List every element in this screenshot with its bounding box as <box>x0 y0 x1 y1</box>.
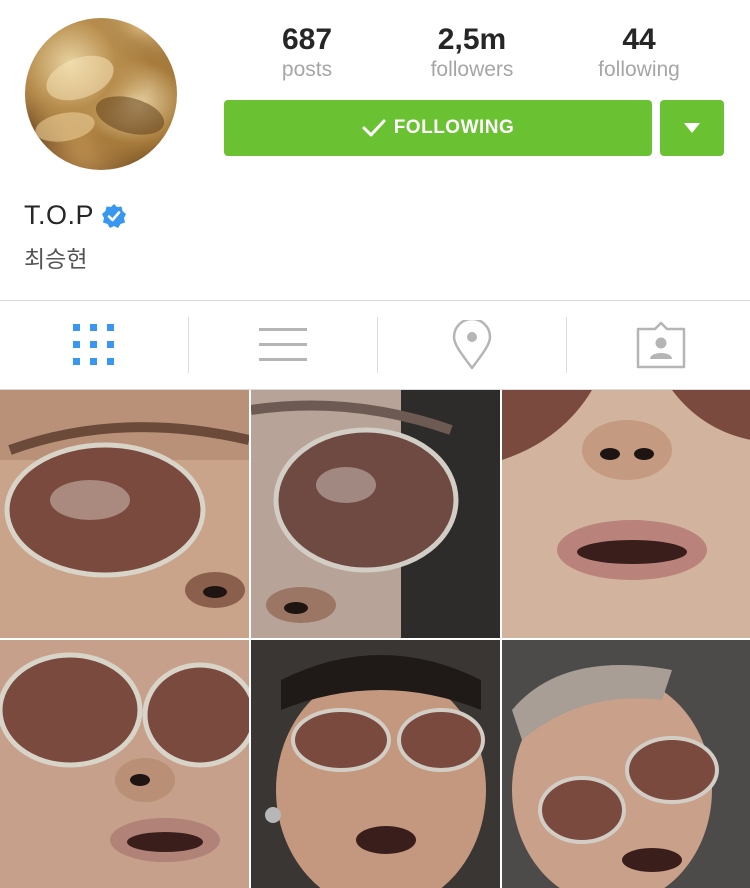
followers-label: followers <box>430 58 514 81</box>
grid-view-icon <box>72 324 114 365</box>
photo-grid <box>0 390 750 888</box>
posts-label: posts <box>281 58 333 81</box>
followers-count: 2,5m <box>437 23 507 56</box>
profile-avatar[interactable] <box>25 18 177 170</box>
photo-thumbnail[interactable] <box>0 390 249 638</box>
profile-stats: 687 posts 2,5m followers 44 following <box>222 22 722 92</box>
tab-list-view[interactable] <box>189 301 376 389</box>
following-label: following <box>598 58 680 81</box>
full-name: 최승현 <box>24 246 88 272</box>
photo-image <box>0 390 249 638</box>
following-count: 44 <box>622 23 656 56</box>
username: T.O.P <box>24 200 95 230</box>
checkmark-icon <box>362 119 386 137</box>
list-view-icon <box>258 328 307 361</box>
photo-thumbnail[interactable] <box>502 640 750 888</box>
photo-thumbnail[interactable] <box>502 390 750 638</box>
location-pin-icon <box>452 320 491 370</box>
posts-count: 687 <box>281 23 333 56</box>
photo-image <box>251 390 500 638</box>
photo-thumbnail[interactable] <box>251 390 500 638</box>
photo-image <box>251 640 500 888</box>
posts-stat[interactable]: 687 posts <box>237 22 377 82</box>
following-button-label: FOLLOWING <box>393 117 515 138</box>
profile-view-tabs <box>0 301 750 389</box>
avatar-detail <box>91 89 169 142</box>
tab-location-view[interactable] <box>378 301 565 389</box>
username-row: T.O.P <box>24 200 127 231</box>
following-button[interactable]: FOLLOWING <box>224 100 652 156</box>
photo-image <box>502 640 750 888</box>
verified-badge-icon <box>102 203 127 228</box>
photo-image <box>502 390 750 638</box>
photo-thumbnail[interactable] <box>0 640 249 888</box>
following-stat[interactable]: 44 following <box>569 22 709 82</box>
photo-image <box>0 640 249 888</box>
photo-thumbnail[interactable] <box>251 640 500 888</box>
tagged-photos-icon <box>636 321 685 369</box>
suggestions-dropdown-button[interactable] <box>660 100 724 156</box>
avatar-detail <box>33 108 97 146</box>
followers-stat[interactable]: 2,5m followers <box>402 22 542 82</box>
tab-tagged-photos[interactable] <box>567 301 750 389</box>
tab-grid-view[interactable] <box>0 301 187 389</box>
caret-down-icon <box>684 123 700 133</box>
